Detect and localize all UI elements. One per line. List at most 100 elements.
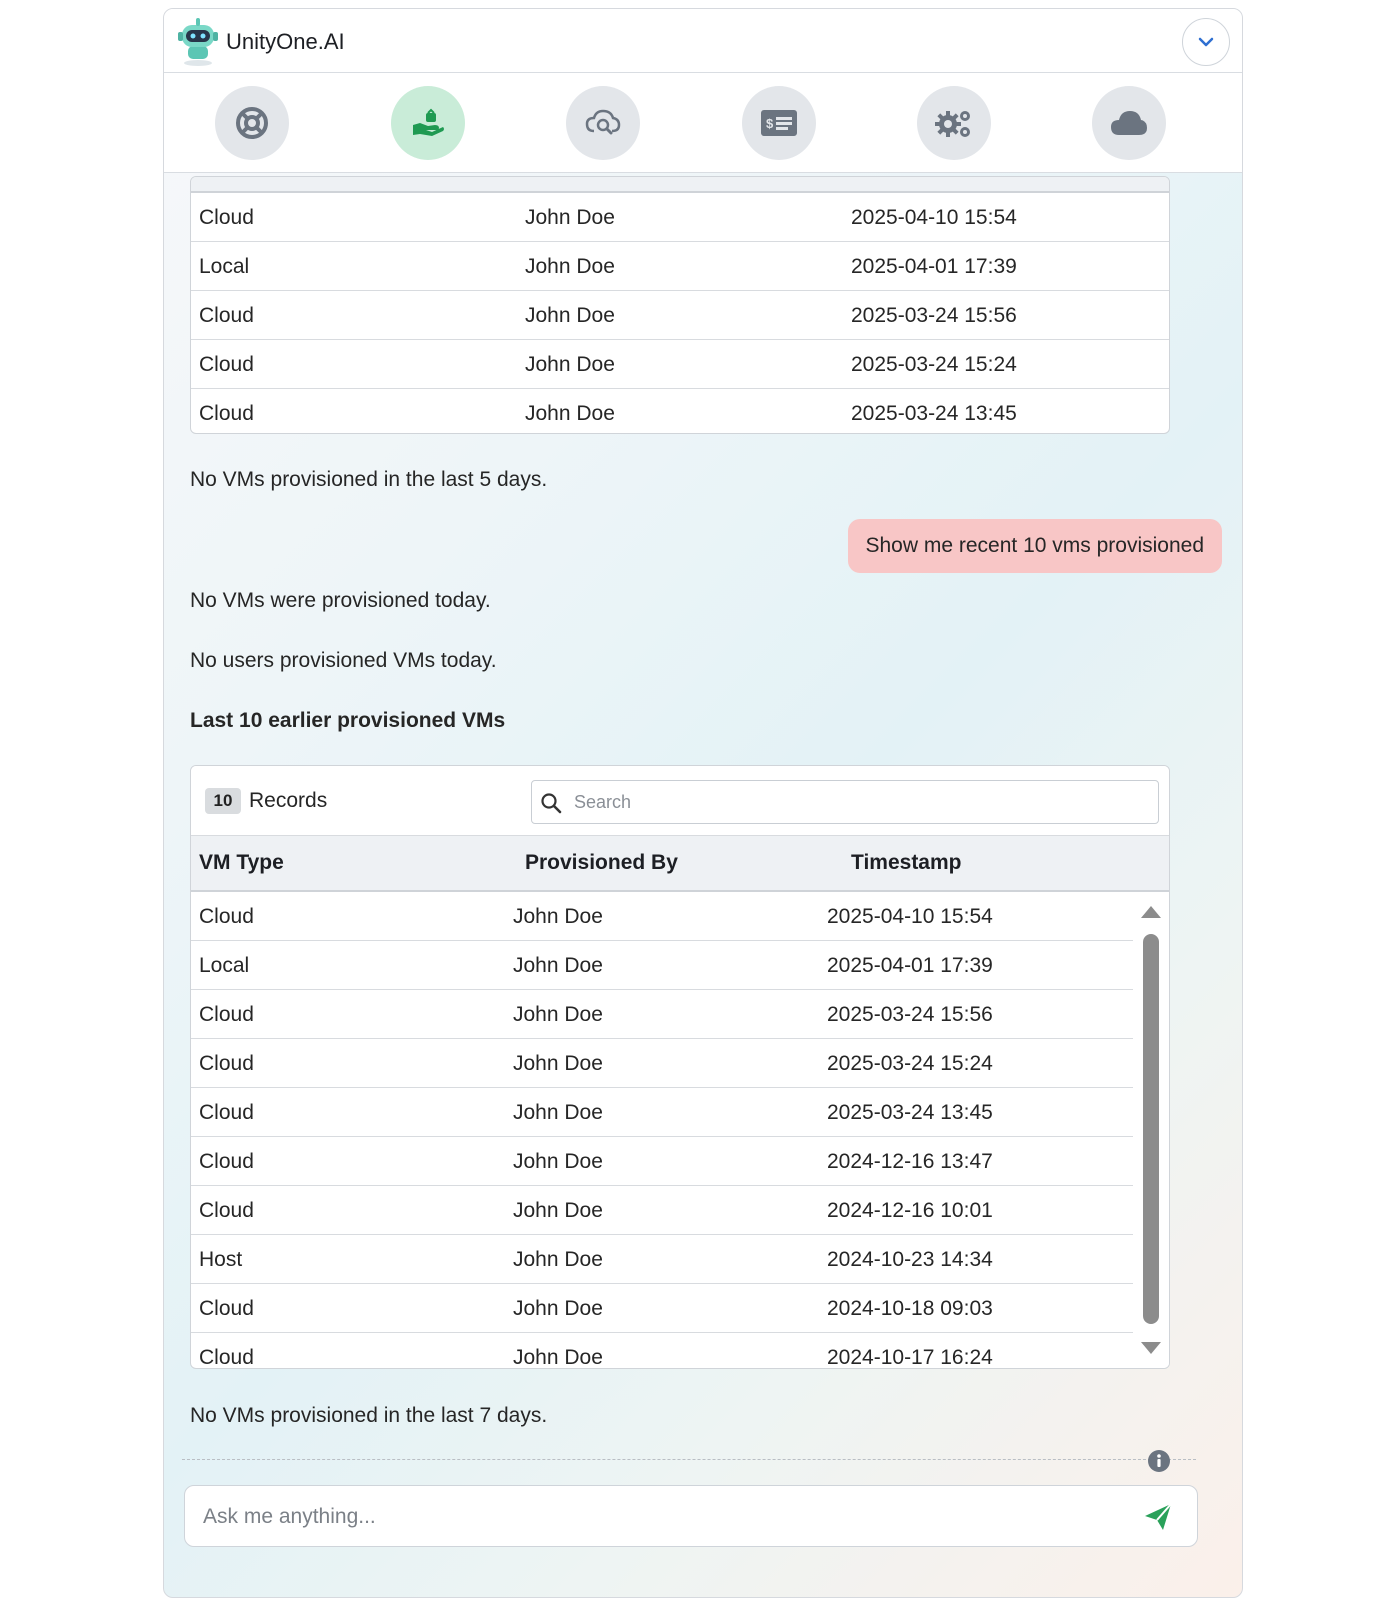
timestamp-cell: 2025-04-10 15:54 xyxy=(851,206,1017,229)
app-title: UnityOne.AI xyxy=(226,29,345,54)
vertical-scrollbar[interactable] xyxy=(1133,892,1169,1368)
timestamp-cell: 2024-12-16 10:01 xyxy=(827,1199,993,1222)
table-row[interactable]: Cloud John Doe 2025-03-24 15:24 xyxy=(191,1039,1135,1088)
cloud-tool-button[interactable] xyxy=(1092,86,1166,160)
vm-type-cell: Cloud xyxy=(199,402,254,425)
provisioned-by-cell: John Doe xyxy=(525,206,615,229)
robot-logo-icon xyxy=(178,18,218,66)
records-label: Records xyxy=(249,789,328,812)
vm-type-cell: Cloud xyxy=(199,353,254,376)
vm-type-cell: Cloud xyxy=(199,1346,254,1369)
vm-type-cell: Cloud xyxy=(199,1297,254,1320)
table-row[interactable]: Cloud John Doe 2025-04-10 15:54 xyxy=(191,193,1169,242)
header-bar: UnityOne.AI xyxy=(164,9,1242,73)
table-row[interactable]: Cloud John Doe 2025-03-24 13:45 xyxy=(191,1088,1135,1137)
timestamp-cell: 2025-03-24 13:45 xyxy=(827,1101,993,1124)
billing-card-icon: $ xyxy=(761,110,797,136)
provisioned-by-cell: John Doe xyxy=(513,954,603,977)
scroll-up-arrow-icon[interactable] xyxy=(1140,904,1162,920)
timestamp-cell: 2024-10-17 16:24 xyxy=(827,1346,993,1369)
column-header-provisioned-by[interactable]: Provisioned By xyxy=(525,851,678,875)
vm-type-cell: Cloud xyxy=(199,304,254,327)
vm-type-cell: Cloud xyxy=(199,1101,254,1124)
provisioned-by-cell: John Doe xyxy=(513,1003,603,1026)
billing-tool-button[interactable]: $ xyxy=(742,86,816,160)
table-row[interactable]: Cloud John Doe 2025-03-24 15:56 xyxy=(191,291,1169,340)
provisioned-by-cell: John Doe xyxy=(513,1052,603,1075)
search-icon xyxy=(541,793,562,814)
table-row[interactable]: Cloud John Doe 2025-04-10 15:54 xyxy=(191,892,1135,941)
timestamp-cell: 2025-04-01 17:39 xyxy=(851,255,1017,278)
provisioning-tool-button[interactable] xyxy=(391,86,465,160)
column-header-timestamp[interactable]: Timestamp xyxy=(851,851,962,875)
timestamp-cell: 2024-12-16 13:47 xyxy=(827,1150,993,1173)
table-row[interactable]: Local John Doe 2025-04-01 17:39 xyxy=(191,941,1135,990)
records-table: 10 Records VM Type Provisioned By Timest… xyxy=(190,765,1170,1369)
provisioned-by-cell: John Doe xyxy=(513,1346,603,1369)
vm-type-cell: Cloud xyxy=(199,206,254,229)
previous-records-table: Cloud John Doe 2025-04-10 15:54 Local John D… xyxy=(190,176,1170,434)
chat-widget: UnityOne.AI $ Cloud John Doe 2025-04-10 … xyxy=(163,8,1243,1598)
chat-input-box[interactable] xyxy=(184,1485,1198,1547)
table-row[interactable]: Cloud John Doe 2024-10-17 16:24 xyxy=(191,1333,1135,1369)
search-field[interactable] xyxy=(531,780,1159,824)
table-row[interactable]: Cloud John Doe 2024-12-16 10:01 xyxy=(191,1186,1135,1235)
timestamp-cell: 2024-10-18 09:03 xyxy=(827,1297,993,1320)
provisioned-by-cell: John Doe xyxy=(525,255,615,278)
vm-type-cell: Cloud xyxy=(199,1003,254,1026)
vm-type-cell: Cloud xyxy=(199,905,254,928)
vm-type-cell: Cloud xyxy=(199,1150,254,1173)
provisioned-by-cell: John Doe xyxy=(513,1297,603,1320)
section-title: Last 10 earlier provisioned VMs xyxy=(190,709,506,732)
table-header-strip xyxy=(191,177,1169,193)
provisioned-by-cell: John Doe xyxy=(525,402,615,425)
table-row[interactable]: Cloud John Doe 2024-12-16 13:47 xyxy=(191,1137,1135,1186)
provisioning-hand-icon xyxy=(413,108,444,136)
provisioned-by-cell: John Doe xyxy=(513,1101,603,1124)
settings-tool-button[interactable] xyxy=(917,86,991,160)
timestamp-cell: 2024-10-23 14:34 xyxy=(827,1248,993,1271)
table-row[interactable]: Cloud John Doe 2025-03-24 15:24 xyxy=(191,340,1169,389)
chat-input[interactable] xyxy=(203,1502,1103,1532)
table-row[interactable]: Local John Doe 2025-04-01 17:39 xyxy=(191,242,1169,291)
cloud-search-icon xyxy=(585,109,621,135)
timestamp-cell: 2025-04-10 15:54 xyxy=(827,905,993,928)
table-row[interactable]: Cloud John Doe 2025-03-24 15:56 xyxy=(191,990,1135,1039)
timestamp-cell: 2025-03-24 15:24 xyxy=(851,353,1017,376)
column-header-vm-type[interactable]: VM Type xyxy=(199,851,284,875)
search-input[interactable] xyxy=(574,789,1134,815)
bot-message: No VMs provisioned in the last 7 days. xyxy=(190,1404,548,1427)
provisioned-by-cell: John Doe xyxy=(513,1248,603,1271)
info-icon[interactable] xyxy=(1147,1449,1171,1473)
provisioned-by-cell: John Doe xyxy=(525,304,615,327)
timestamp-cell: 2025-03-24 15:24 xyxy=(827,1052,993,1075)
records-toolbar: 10 Records xyxy=(191,766,1169,836)
table-row[interactable]: Cloud John Doe 2024-10-18 09:03 xyxy=(191,1284,1135,1333)
collapse-button[interactable] xyxy=(1182,18,1230,66)
vm-type-cell: Local xyxy=(199,255,250,278)
toolbar: $ xyxy=(164,73,1242,173)
vm-type-cell: Cloud xyxy=(199,1199,254,1222)
record-count-badge: 10 xyxy=(205,788,241,814)
table-row[interactable]: Cloud John Doe 2025-03-24 13:45 xyxy=(191,389,1169,433)
chevron-down-icon xyxy=(1198,37,1214,47)
provisioned-by-cell: John Doe xyxy=(513,1199,603,1222)
provisioned-by-cell: John Doe xyxy=(525,353,615,376)
timestamp-cell: 2025-03-24 15:56 xyxy=(827,1003,993,1026)
lifebuoy-icon xyxy=(236,107,268,139)
vm-type-cell: Host xyxy=(199,1248,243,1271)
timestamp-cell: 2025-04-01 17:39 xyxy=(827,954,993,977)
timestamp-cell: 2025-03-24 13:45 xyxy=(851,402,1017,425)
provisioned-by-cell: John Doe xyxy=(513,905,603,928)
table-row[interactable]: Host John Doe 2024-10-23 14:34 xyxy=(191,1235,1135,1284)
cloud-icon xyxy=(1111,111,1147,135)
table-header: VM Type Provisioned By Timestamp xyxy=(191,836,1169,892)
send-icon[interactable] xyxy=(1143,1502,1173,1532)
support-tool-button[interactable] xyxy=(215,86,289,160)
bot-message: No VMs were provisioned today. xyxy=(190,589,491,612)
timestamp-cell: 2025-03-24 15:56 xyxy=(851,304,1017,327)
scrollbar-thumb[interactable] xyxy=(1143,934,1159,1324)
bot-message: No VMs provisioned in the last 5 days. xyxy=(190,468,548,491)
cloud-search-tool-button[interactable] xyxy=(566,86,640,160)
scroll-down-arrow-icon[interactable] xyxy=(1140,1340,1162,1356)
